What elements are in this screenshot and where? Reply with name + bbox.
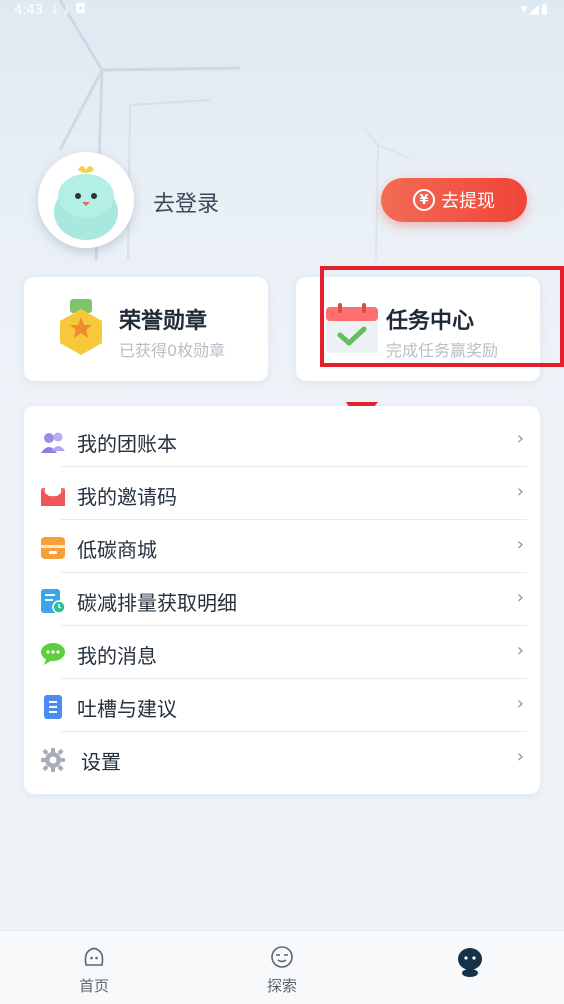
menu-list: 我的团账本 › 我的邀请码 › 低碳商城 › 碳减排量获取明细 › 我的消息 ›…: [24, 406, 540, 794]
menu-item-feedback[interactable]: 吐槽与建议 ›: [24, 679, 540, 732]
yuan-icon: ¥: [413, 189, 435, 211]
menu-item-carbon-detail[interactable]: 碳减排量获取明细 ›: [24, 573, 540, 626]
message-icon: [41, 643, 65, 665]
honor-medal-card[interactable]: 荣誉勋章 已获得0枚勋章: [24, 277, 268, 381]
mascot-avatar-icon: [38, 152, 134, 248]
menu-label: 吐槽与建议: [77, 697, 177, 721]
highlight-box-annotation: [320, 266, 564, 367]
withdraw-label: 去提现: [441, 191, 495, 212]
menu-label: 我的邀请码: [77, 485, 177, 509]
bottom-navigation: 首页 探索: [0, 930, 564, 1004]
mall-icon: [41, 537, 65, 559]
avatar[interactable]: [38, 152, 134, 248]
menu-item-team-ledger[interactable]: 我的团账本 ›: [24, 414, 540, 467]
menu-item-messages[interactable]: 我的消息 ›: [24, 626, 540, 679]
carbon-detail-icon: [41, 589, 66, 614]
nav-label: 首页: [78, 977, 109, 995]
status-bar: 4:43 ⤓⤓◘ ▾◢▮: [0, 0, 564, 24]
nav-tab-profile[interactable]: [430, 931, 510, 1004]
chevron-right-icon: ›: [516, 693, 524, 714]
chevron-right-icon: ›: [516, 587, 524, 608]
medal-icon: [60, 299, 102, 355]
status-time: 4:43: [14, 3, 44, 18]
menu-label: 设置: [81, 750, 121, 774]
chevron-right-icon: ›: [516, 481, 524, 502]
profile-mascot-icon: [458, 948, 482, 977]
wind-turbine-illustration: [58, 0, 411, 261]
home-face-icon: [84, 947, 104, 966]
menu-label: 我的团账本: [77, 432, 177, 456]
nav-tab-home[interactable]: 首页: [54, 931, 134, 1004]
menu-label: 低碳商城: [77, 538, 157, 562]
nav-label: 探索: [266, 977, 297, 995]
download-notification-icons: ⤓⤓◘: [52, 2, 92, 17]
honor-card-title: 荣誉勋章: [119, 309, 208, 334]
menu-item-invite-code[interactable]: 我的邀请码 ›: [24, 467, 540, 520]
menu-item-settings[interactable]: 设置 ›: [24, 732, 540, 785]
nav-tab-explore[interactable]: 探索: [242, 931, 322, 1004]
feedback-icon: [44, 695, 62, 719]
chevron-right-icon: ›: [516, 534, 524, 555]
withdraw-button[interactable]: ¥ 去提现: [381, 178, 527, 222]
menu-item-low-carbon-mall[interactable]: 低碳商城 ›: [24, 520, 540, 573]
chevron-right-icon: ›: [516, 746, 524, 767]
chevron-right-icon: ›: [516, 640, 524, 661]
settings-icon: [41, 748, 65, 772]
signal-battery-icons: ▾◢▮: [520, 2, 550, 17]
menu-label: 碳减排量获取明细: [77, 591, 237, 615]
menu-label: 我的消息: [77, 644, 157, 668]
invite-code-icon: [41, 484, 65, 506]
honor-card-subtitle: 已获得0枚勋章: [119, 341, 226, 360]
chevron-right-icon: ›: [516, 428, 524, 449]
team-ledger-icon: [41, 432, 65, 453]
login-link[interactable]: 去登录: [153, 186, 219, 218]
explore-face-icon: [271, 946, 293, 968]
